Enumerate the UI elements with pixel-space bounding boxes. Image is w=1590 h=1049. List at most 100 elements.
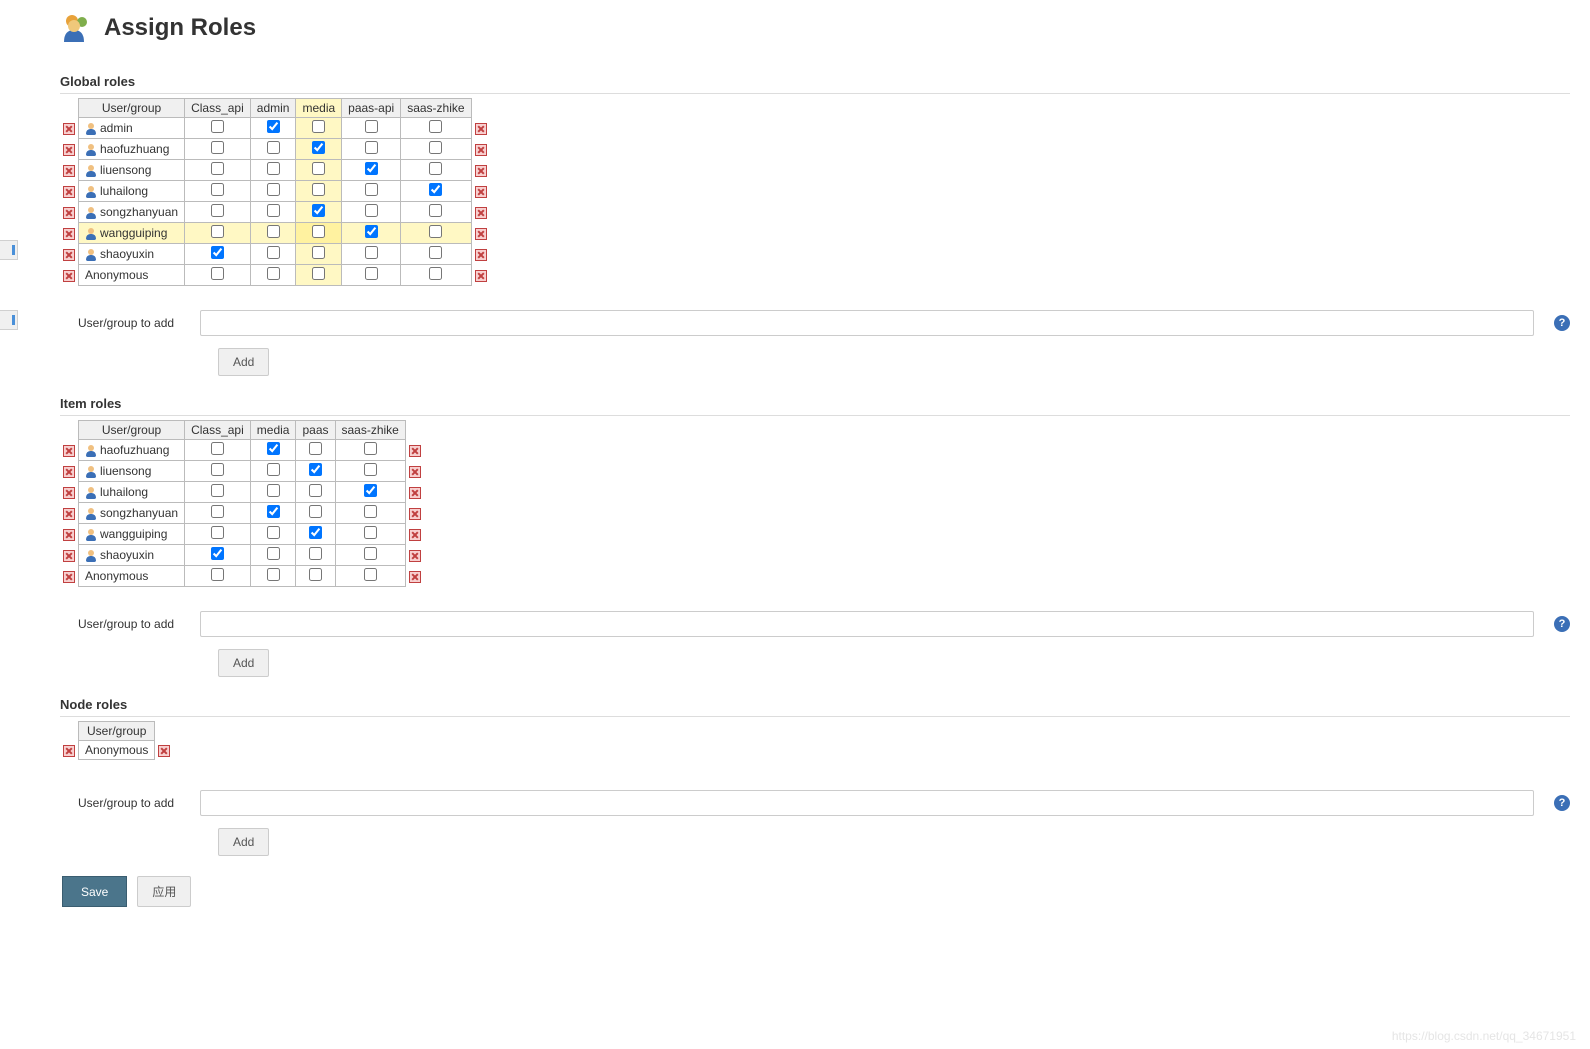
role-column-header[interactable]: media xyxy=(250,421,296,440)
role-checkbox[interactable] xyxy=(429,141,442,154)
delete-row-icon[interactable] xyxy=(63,123,75,135)
delete-row-icon[interactable] xyxy=(63,144,75,156)
role-checkbox[interactable] xyxy=(267,267,280,280)
delete-row-icon[interactable] xyxy=(475,123,487,135)
role-checkbox[interactable] xyxy=(211,204,224,217)
role-checkbox[interactable] xyxy=(211,442,224,455)
delete-row-icon[interactable] xyxy=(63,571,75,583)
role-checkbox[interactable] xyxy=(312,225,325,238)
role-checkbox[interactable] xyxy=(211,225,224,238)
role-column-header[interactable]: paas-api xyxy=(342,99,401,118)
role-checkbox[interactable] xyxy=(211,246,224,259)
delete-row-icon[interactable] xyxy=(409,445,421,457)
role-checkbox[interactable] xyxy=(365,225,378,238)
role-checkbox[interactable] xyxy=(309,442,322,455)
role-checkbox[interactable] xyxy=(429,225,442,238)
help-icon[interactable]: ? xyxy=(1554,795,1570,811)
role-checkbox[interactable] xyxy=(211,141,224,154)
role-checkbox[interactable] xyxy=(267,204,280,217)
role-checkbox[interactable] xyxy=(211,484,224,497)
role-checkbox[interactable] xyxy=(429,162,442,175)
role-checkbox[interactable] xyxy=(211,267,224,280)
role-checkbox[interactable] xyxy=(211,162,224,175)
role-checkbox[interactable] xyxy=(309,547,322,560)
help-icon[interactable]: ? xyxy=(1554,616,1570,632)
role-checkbox[interactable] xyxy=(365,204,378,217)
delete-row-icon[interactable] xyxy=(63,529,75,541)
role-checkbox[interactable] xyxy=(429,183,442,196)
delete-row-icon[interactable] xyxy=(63,745,75,757)
delete-row-icon[interactable] xyxy=(475,249,487,261)
delete-row-icon[interactable] xyxy=(409,466,421,478)
role-checkbox[interactable] xyxy=(267,120,280,133)
role-checkbox[interactable] xyxy=(364,442,377,455)
delete-row-icon[interactable] xyxy=(409,571,421,583)
rail-stub[interactable] xyxy=(0,310,18,330)
role-column-header[interactable]: Class_api xyxy=(185,421,251,440)
role-checkbox[interactable] xyxy=(267,162,280,175)
role-checkbox[interactable] xyxy=(267,463,280,476)
role-checkbox[interactable] xyxy=(267,526,280,539)
delete-row-icon[interactable] xyxy=(63,249,75,261)
global-add-button[interactable]: Add xyxy=(218,348,269,376)
role-checkbox[interactable] xyxy=(309,484,322,497)
role-checkbox[interactable] xyxy=(211,568,224,581)
delete-row-icon[interactable] xyxy=(63,445,75,457)
role-checkbox[interactable] xyxy=(211,463,224,476)
delete-row-icon[interactable] xyxy=(409,508,421,520)
role-checkbox[interactable] xyxy=(364,484,377,497)
role-checkbox[interactable] xyxy=(429,267,442,280)
role-checkbox[interactable] xyxy=(309,463,322,476)
role-checkbox[interactable] xyxy=(364,463,377,476)
role-checkbox[interactable] xyxy=(365,183,378,196)
role-checkbox[interactable] xyxy=(312,183,325,196)
delete-row-icon[interactable] xyxy=(409,487,421,499)
role-checkbox[interactable] xyxy=(211,526,224,539)
role-column-header[interactable]: media xyxy=(296,99,342,118)
role-column-header[interactable]: admin xyxy=(250,99,296,118)
delete-row-icon[interactable] xyxy=(409,550,421,562)
role-checkbox[interactable] xyxy=(312,162,325,175)
delete-row-icon[interactable] xyxy=(63,228,75,240)
role-checkbox[interactable] xyxy=(267,505,280,518)
item-add-input[interactable] xyxy=(200,611,1534,637)
role-column-header[interactable]: saas-zhike xyxy=(335,421,405,440)
role-checkbox[interactable] xyxy=(429,246,442,259)
role-checkbox[interactable] xyxy=(365,162,378,175)
delete-row-icon[interactable] xyxy=(63,550,75,562)
role-checkbox[interactable] xyxy=(364,547,377,560)
role-checkbox[interactable] xyxy=(364,568,377,581)
rail-stub[interactable] xyxy=(0,240,18,260)
save-button[interactable]: Save xyxy=(62,876,127,907)
delete-row-icon[interactable] xyxy=(475,270,487,282)
node-add-input[interactable] xyxy=(200,790,1534,816)
role-checkbox[interactable] xyxy=(267,141,280,154)
role-checkbox[interactable] xyxy=(312,246,325,259)
role-checkbox[interactable] xyxy=(364,505,377,518)
delete-row-icon[interactable] xyxy=(63,186,75,198)
delete-row-icon[interactable] xyxy=(475,228,487,240)
role-checkbox[interactable] xyxy=(267,484,280,497)
delete-row-icon[interactable] xyxy=(475,207,487,219)
delete-row-icon[interactable] xyxy=(475,165,487,177)
delete-row-icon[interactable] xyxy=(63,466,75,478)
role-checkbox[interactable] xyxy=(211,183,224,196)
role-checkbox[interactable] xyxy=(267,442,280,455)
apply-button[interactable]: 应用 xyxy=(137,876,191,907)
delete-row-icon[interactable] xyxy=(409,529,421,541)
role-checkbox[interactable] xyxy=(429,120,442,133)
role-checkbox[interactable] xyxy=(365,267,378,280)
role-checkbox[interactable] xyxy=(267,246,280,259)
role-checkbox[interactable] xyxy=(211,505,224,518)
role-checkbox[interactable] xyxy=(309,568,322,581)
role-checkbox[interactable] xyxy=(267,225,280,238)
role-checkbox[interactable] xyxy=(267,547,280,560)
item-add-button[interactable]: Add xyxy=(218,649,269,677)
role-checkbox[interactable] xyxy=(211,120,224,133)
role-checkbox[interactable] xyxy=(365,141,378,154)
delete-row-icon[interactable] xyxy=(63,487,75,499)
role-column-header[interactable]: Class_api xyxy=(185,99,251,118)
delete-row-icon[interactable] xyxy=(158,745,170,757)
role-checkbox[interactable] xyxy=(365,120,378,133)
role-checkbox[interactable] xyxy=(267,183,280,196)
